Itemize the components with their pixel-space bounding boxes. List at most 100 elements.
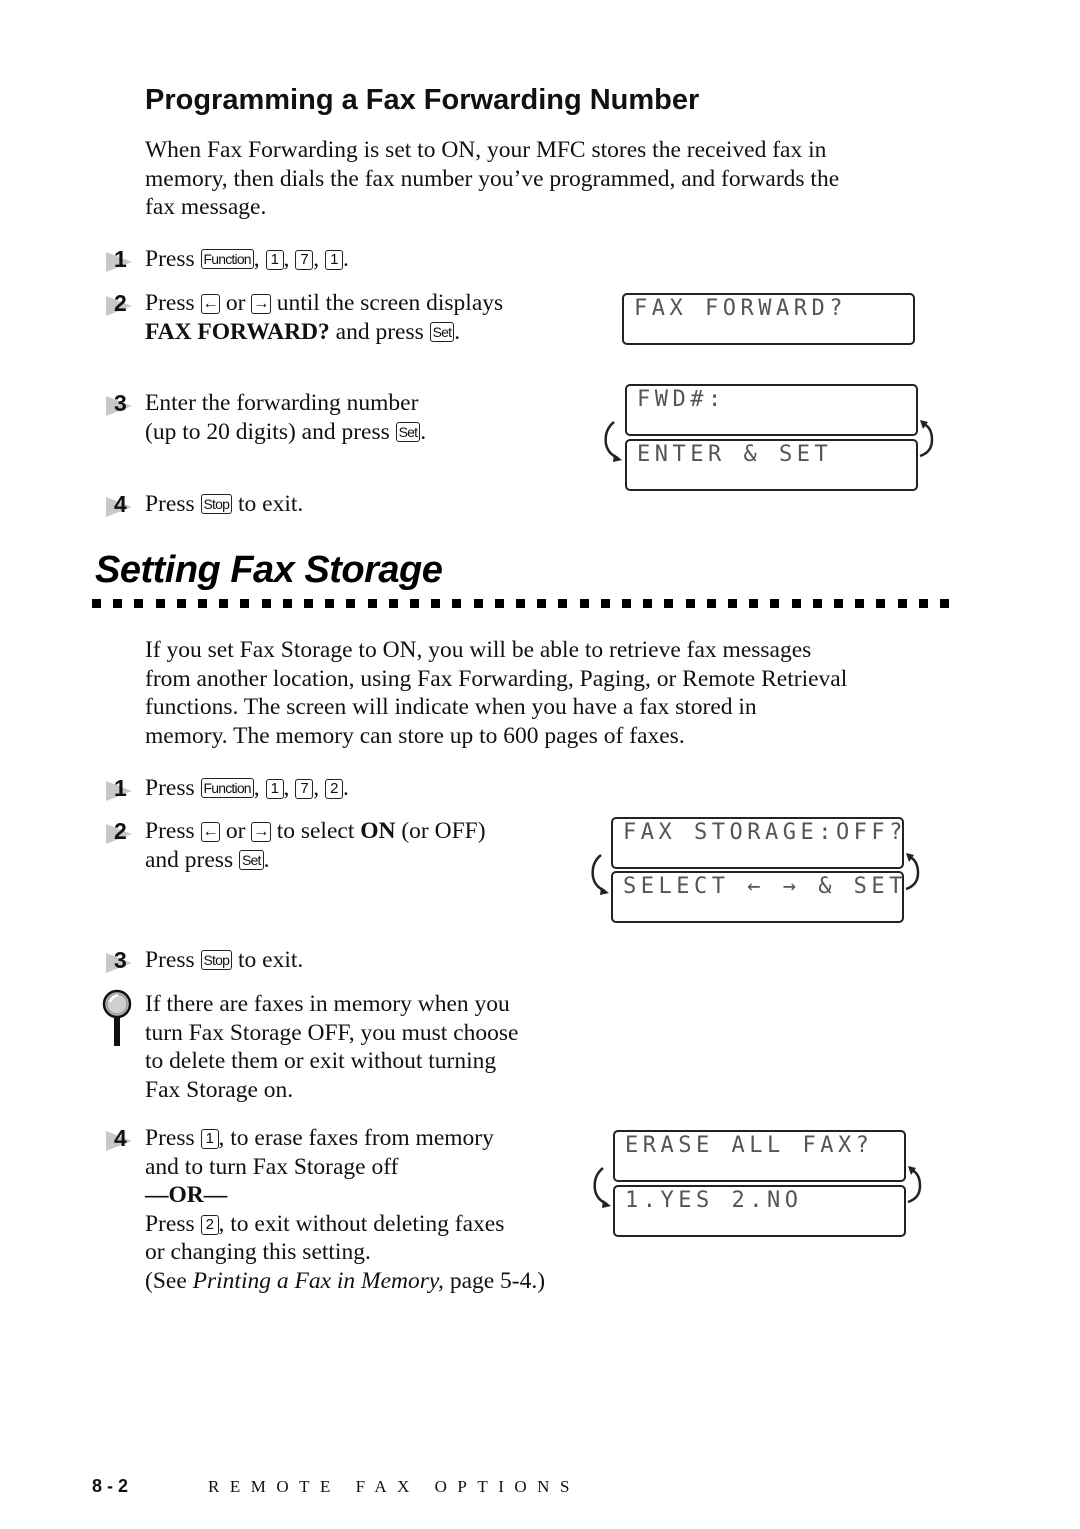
lcd-text: FAX FORWARD? <box>634 296 847 321</box>
rule-square <box>622 599 631 608</box>
intro-line: from another location, using Fax Forward… <box>145 665 848 692</box>
key-1-icon: 1 <box>265 779 284 799</box>
lcd-text: ERASE ALL FAX? <box>625 1133 874 1158</box>
rule-square <box>134 599 144 608</box>
cycle-arrow-left-icon <box>591 854 609 895</box>
rule-square <box>728 599 737 608</box>
rule-square <box>304 599 313 608</box>
lcd-text: SELECT ← → & SET <box>623 874 907 899</box>
cycle-arrow-left-icon <box>604 421 622 462</box>
step-marker-1: 1 <box>104 775 138 803</box>
lcd-text: ENTER & SET <box>637 442 833 467</box>
section-heading-fax-forwarding: Programming a Fax Forwarding Number <box>145 84 700 116</box>
rule-square <box>749 599 759 608</box>
rule-square <box>240 599 250 608</box>
key-1-icon: 1 <box>200 1129 219 1149</box>
cycle-arrow-right-icon <box>919 420 934 458</box>
rule-square <box>834 599 843 608</box>
function-key-icon: Function <box>200 778 254 798</box>
step-marker-2: 2 <box>104 290 138 318</box>
lcd-text: 1.YES 2.NO <box>625 1188 803 1213</box>
lcd-display: FWD#: <box>625 384 918 436</box>
rule-square <box>346 599 356 608</box>
lcd-display: FAX FORWARD? <box>622 293 915 345</box>
rule-square <box>92 599 101 608</box>
fax-forwarding-intro: When Fax Forwarding is set to ON, your M… <box>145 136 839 222</box>
rule-square <box>219 599 229 608</box>
step-marker-3: 3 <box>104 947 138 975</box>
step-3-text: Press Stop to exit. <box>145 947 304 973</box>
right-arrow-key-icon: → <box>251 822 271 842</box>
rule-square <box>537 599 547 608</box>
lcd-display: 1.YES 2.NO <box>613 1185 906 1237</box>
rule-square <box>452 599 462 608</box>
step-3-text: Enter the forwarding number (up to 20 di… <box>145 390 427 445</box>
key-2-icon: 2 <box>200 1214 219 1235</box>
note-text: If there are faxes in memory when you tu… <box>145 991 519 1103</box>
lcd-display: FAX STORAGE:OFF? <box>611 817 904 869</box>
step-4-text: Press Stop to exit. <box>145 491 304 517</box>
rule-square <box>643 599 653 608</box>
magnifier-icon <box>102 989 132 1046</box>
stop-key-icon: Stop <box>200 494 233 514</box>
rule-square <box>664 599 674 608</box>
rule-square <box>812 599 822 608</box>
key-1-icon: 1 <box>325 250 344 270</box>
intro-line: memory. The memory can store up to 600 p… <box>145 722 685 749</box>
step-2-text: Press ← or → until the screen displays F… <box>145 290 504 345</box>
set-key-icon: Set <box>395 421 421 442</box>
rule-square <box>791 599 801 608</box>
rule-square <box>940 599 949 608</box>
stop-key-icon: Stop <box>200 950 233 970</box>
step-marker-4: 4 <box>104 1125 138 1153</box>
rule-square <box>494 599 504 608</box>
lcd-text: FWD#: <box>637 387 726 412</box>
rule-square <box>176 599 186 608</box>
rule-square <box>325 599 335 608</box>
rule-square <box>600 599 610 608</box>
lcd-display: ERASE ALL FAX? <box>613 1130 906 1182</box>
cycle-arrow-right-icon <box>905 853 920 891</box>
intro-line: When Fax Forwarding is set to ON, your M… <box>145 137 827 163</box>
page-number: 8 - 2 <box>92 1476 129 1496</box>
step-marker-2: 2 <box>104 818 138 846</box>
intro-line: memory, then dials the fax number you’ve… <box>145 165 840 192</box>
rule-square <box>410 599 419 608</box>
rule-square <box>113 599 123 608</box>
rule-square <box>282 599 292 608</box>
chapter-title: REMOTE FAX OPTIONS <box>208 1477 580 1496</box>
rule-square <box>579 599 589 608</box>
key-1-icon: 1 <box>265 250 284 270</box>
rule-square <box>516 599 525 608</box>
set-key-icon: Set <box>238 849 264 870</box>
section-heading-fax-storage: Setting Fax Storage <box>95 549 443 591</box>
or-separator: —OR— <box>145 1182 228 1208</box>
cycle-arrow-right-icon <box>907 1166 922 1204</box>
key-2-icon: 2 <box>325 779 344 799</box>
lcd-display: ENTER & SET <box>625 439 918 491</box>
rule-square <box>897 599 907 608</box>
intro-line: fax message. <box>145 194 267 220</box>
key-7-icon: 7 <box>295 779 314 799</box>
step-marker-4: 4 <box>104 491 138 519</box>
intro-line: If you set Fax Storage to ON, you will b… <box>145 637 812 663</box>
set-key-icon: Set <box>429 321 455 342</box>
rule-square <box>876 599 886 608</box>
step-marker-3: 3 <box>104 390 138 418</box>
rule-square <box>198 599 207 608</box>
rule-square <box>918 599 928 608</box>
rule-square <box>473 599 483 608</box>
cycle-arrow-left-icon <box>593 1167 611 1208</box>
rule-square <box>855 599 865 608</box>
lcd-message-reference: FAX FORWARD? <box>145 318 330 345</box>
rule-square <box>706 599 716 608</box>
step-1-text: Press Function, 1, 7, 2. <box>145 775 349 801</box>
rule-square <box>367 599 377 608</box>
rule-square <box>261 599 271 608</box>
rule-square <box>431 599 441 608</box>
rule-square <box>388 599 398 608</box>
rule-square <box>770 599 780 608</box>
intro-line: functions. The screen will indicate when… <box>145 694 757 720</box>
key-7-icon: 7 <box>295 250 314 270</box>
cross-reference-link[interactable]: Printing a Fax in Memory, <box>193 1268 444 1294</box>
